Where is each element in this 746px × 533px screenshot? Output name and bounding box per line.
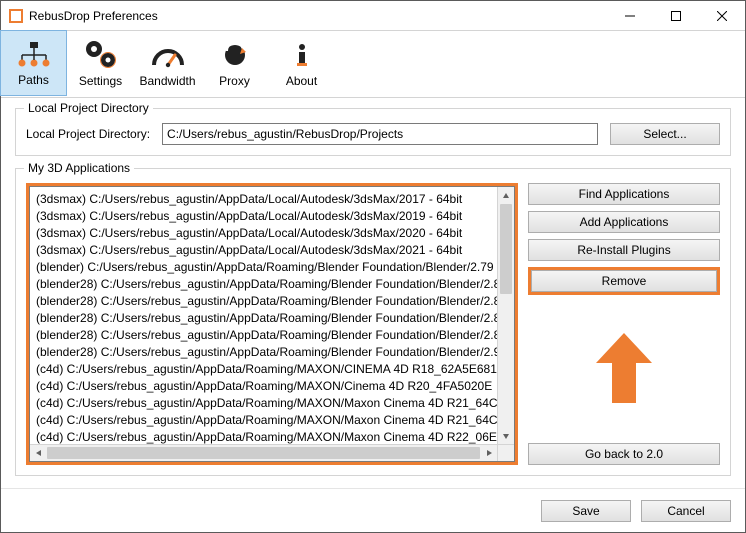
arrow-up-icon	[596, 333, 652, 406]
list-item[interactable]: (c4d) C:/Users/rebus_agustin/AppData/Roa…	[36, 361, 491, 378]
close-button[interactable]	[699, 1, 745, 30]
scroll-up-icon[interactable]	[498, 187, 514, 204]
tab-paths[interactable]: Paths	[0, 30, 67, 96]
list-item[interactable]: (3dsmax) C:/Users/rebus_agustin/AppData/…	[36, 242, 491, 259]
local-project-input[interactable]	[162, 123, 598, 145]
apps-list-highlight: (3dsmax) C:/Users/rebus_agustin/AppData/…	[26, 183, 518, 465]
about-icon	[285, 40, 319, 70]
apps-group: My 3D Applications (3dsmax) C:/Users/reb…	[15, 168, 731, 476]
scroll-down-icon[interactable]	[498, 427, 514, 444]
find-applications-button[interactable]: Find Applications	[528, 183, 720, 205]
list-item[interactable]: (3dsmax) C:/Users/rebus_agustin/AppData/…	[36, 208, 491, 225]
list-item[interactable]: (3dsmax) C:/Users/rebus_agustin/AppData/…	[36, 191, 491, 208]
apps-listbox[interactable]: (3dsmax) C:/Users/rebus_agustin/AppData/…	[29, 186, 515, 462]
select-button[interactable]: Select...	[610, 123, 720, 145]
paths-icon	[17, 39, 51, 69]
scroll-corner	[497, 444, 514, 461]
horizontal-scrollbar[interactable]	[30, 444, 497, 461]
maximize-button[interactable]	[653, 1, 699, 30]
scroll-thumb-horizontal[interactable]	[47, 447, 480, 459]
minimize-button[interactable]	[607, 1, 653, 30]
list-item[interactable]: (c4d) C:/Users/rebus_agustin/AppData/Roa…	[36, 378, 491, 395]
list-item[interactable]: (blender28) C:/Users/rebus_agustin/AppDa…	[36, 293, 491, 310]
vertical-scrollbar[interactable]	[497, 187, 514, 444]
list-item[interactable]: (blender28) C:/Users/rebus_agustin/AppDa…	[36, 344, 491, 361]
bandwidth-icon	[151, 40, 185, 70]
scroll-right-icon[interactable]	[480, 445, 497, 461]
settings-icon	[84, 40, 118, 70]
local-project-group: Local Project Directory Local Project Di…	[15, 108, 731, 156]
add-applications-button[interactable]: Add Applications	[528, 211, 720, 233]
save-button[interactable]: Save	[541, 500, 631, 522]
toolbar: Paths Settings Bandwidth	[1, 31, 745, 98]
tab-proxy[interactable]: Proxy	[201, 31, 268, 97]
go-back-button[interactable]: Go back to 2.0	[528, 443, 720, 465]
reinstall-plugins-button[interactable]: Re-Install Plugins	[528, 239, 720, 261]
list-item[interactable]: (c4d) C:/Users/rebus_agustin/AppData/Roa…	[36, 395, 491, 412]
window-title: RebusDrop Preferences	[29, 9, 607, 23]
local-project-group-title: Local Project Directory	[24, 101, 153, 115]
list-item[interactable]: (blender28) C:/Users/rebus_agustin/AppDa…	[36, 310, 491, 327]
cancel-button[interactable]: Cancel	[641, 500, 731, 522]
preferences-window: RebusDrop Preferences	[0, 0, 746, 533]
apps-group-title: My 3D Applications	[24, 161, 134, 175]
list-item[interactable]: (c4d) C:/Users/rebus_agustin/AppData/Roa…	[36, 429, 491, 444]
list-item[interactable]: (3dsmax) C:/Users/rebus_agustin/AppData/…	[36, 225, 491, 242]
list-item[interactable]: (blender28) C:/Users/rebus_agustin/AppDa…	[36, 327, 491, 344]
titlebar: RebusDrop Preferences	[1, 1, 745, 31]
local-project-label: Local Project Directory:	[26, 127, 150, 141]
proxy-icon	[218, 40, 252, 70]
app-icon	[9, 9, 23, 23]
list-item[interactable]: (blender28) C:/Users/rebus_agustin/AppDa…	[36, 276, 491, 293]
footer: Save Cancel	[1, 488, 745, 532]
tab-bandwidth[interactable]: Bandwidth	[134, 31, 201, 97]
remove-button[interactable]: Remove	[531, 270, 717, 292]
tab-about[interactable]: About	[268, 31, 335, 97]
scroll-left-icon[interactable]	[30, 445, 47, 461]
list-item[interactable]: (c4d) C:/Users/rebus_agustin/AppData/Roa…	[36, 412, 491, 429]
tab-settings[interactable]: Settings	[67, 31, 134, 97]
list-item[interactable]: (blender) C:/Users/rebus_agustin/AppData…	[36, 259, 491, 276]
remove-highlight: Remove	[528, 267, 720, 295]
body: Local Project Directory Local Project Di…	[1, 98, 745, 488]
scroll-thumb-vertical[interactable]	[500, 204, 512, 294]
apps-side-buttons: Find Applications Add Applications Re-In…	[528, 183, 720, 465]
window-controls	[607, 1, 745, 30]
